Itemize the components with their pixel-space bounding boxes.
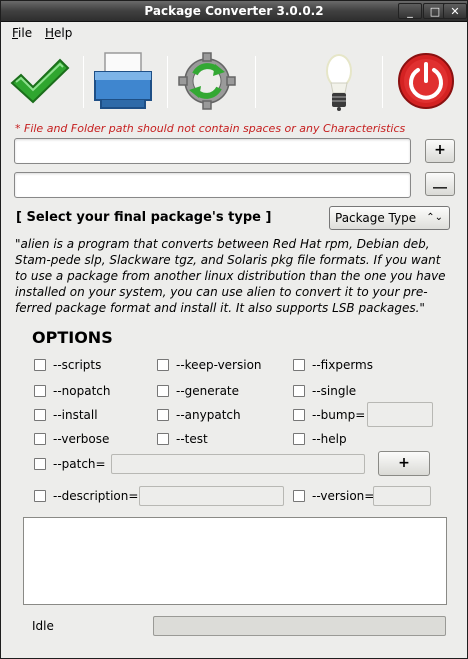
output-log[interactable]: [23, 517, 447, 605]
description-input[interactable]: [139, 486, 284, 506]
option-generate[interactable]: --generate: [157, 383, 239, 399]
option-anypatch[interactable]: --anypatch: [157, 407, 241, 423]
toolbar-separator: [83, 56, 84, 108]
checkbox[interactable]: [34, 359, 46, 371]
checkbox[interactable]: [34, 433, 46, 445]
refresh-button[interactable]: [173, 46, 241, 116]
option-install[interactable]: --install: [34, 407, 98, 423]
option-test[interactable]: --test: [157, 431, 208, 447]
toolbar-separator: [167, 56, 168, 108]
path-warning: * File and Folder path should not contai…: [15, 122, 406, 135]
checkbox[interactable]: [34, 490, 46, 502]
open-button[interactable]: [89, 46, 157, 116]
alien-description: "alien is a program that converts betwee…: [15, 237, 446, 315]
package-type-value: Package Type: [335, 211, 417, 225]
checkbox[interactable]: [293, 490, 305, 502]
patch-input[interactable]: [111, 454, 365, 474]
checkbox[interactable]: [34, 409, 46, 421]
app-window: Package Converter 3.0.0.2 _ □ ✕ File Hel…: [0, 0, 468, 659]
checkbox[interactable]: [157, 433, 169, 445]
toolbar: [1, 46, 467, 118]
quit-button[interactable]: [392, 46, 460, 116]
option-patch[interactable]: --patch=: [34, 456, 106, 472]
source-path-input[interactable]: [14, 138, 411, 164]
package-type-label: [ Select your final package's type ]: [16, 210, 272, 225]
checkbox[interactable]: [293, 385, 305, 397]
checkbox[interactable]: [34, 458, 46, 470]
menu-bar: File Help: [1, 23, 467, 43]
checkbox[interactable]: [293, 409, 305, 421]
option-version[interactable]: --version=: [293, 488, 374, 504]
refresh-gear-icon: [178, 52, 236, 110]
browse-folder-button[interactable]: __: [425, 172, 455, 196]
checkmark-icon: [10, 58, 70, 104]
status-text: Idle: [32, 619, 54, 633]
toolbar-separator: [382, 56, 383, 108]
add-file-button[interactable]: +: [425, 139, 455, 163]
checkbox[interactable]: [293, 359, 305, 371]
package-type-select[interactable]: Package Type ⌃⌄: [329, 206, 450, 230]
checkbox[interactable]: [157, 409, 169, 421]
bump-input[interactable]: [367, 402, 433, 427]
option-description[interactable]: --description=: [34, 488, 138, 504]
minimize-button[interactable]: _: [398, 3, 422, 19]
printer-icon: [94, 52, 152, 109]
checkbox[interactable]: [34, 385, 46, 397]
option-scripts[interactable]: --scripts: [34, 357, 101, 373]
option-single[interactable]: --single: [293, 383, 356, 399]
convert-button[interactable]: [6, 46, 74, 116]
options-heading: OPTIONS: [32, 328, 113, 347]
add-patch-button[interactable]: +: [378, 451, 430, 476]
option-fixperms[interactable]: --fixperms: [293, 357, 373, 373]
checkbox[interactable]: [157, 385, 169, 397]
checkbox[interactable]: [157, 359, 169, 371]
option-keep-version[interactable]: --keep-version: [157, 357, 262, 373]
option-bump[interactable]: --bump=: [293, 407, 365, 423]
destination-path-input[interactable]: [14, 172, 411, 198]
title-bar[interactable]: Package Converter 3.0.0.2 _ □ ✕: [1, 1, 467, 22]
version-input[interactable]: [373, 486, 431, 506]
menu-file[interactable]: File: [12, 26, 32, 40]
power-icon: [398, 53, 454, 109]
select-arrows-icon: ⌃⌄: [426, 212, 443, 223]
tip-button[interactable]: [305, 46, 373, 116]
option-verbose[interactable]: --verbose: [34, 431, 109, 447]
close-button[interactable]: ✕: [443, 3, 467, 19]
toolbar-separator: [255, 56, 256, 108]
option-help[interactable]: --help: [293, 431, 347, 447]
progress-bar: [153, 616, 446, 636]
menu-help[interactable]: Help: [45, 26, 72, 40]
option-nopatch[interactable]: --nopatch: [34, 383, 111, 399]
checkbox[interactable]: [293, 433, 305, 445]
lightbulb-icon: [326, 54, 352, 111]
